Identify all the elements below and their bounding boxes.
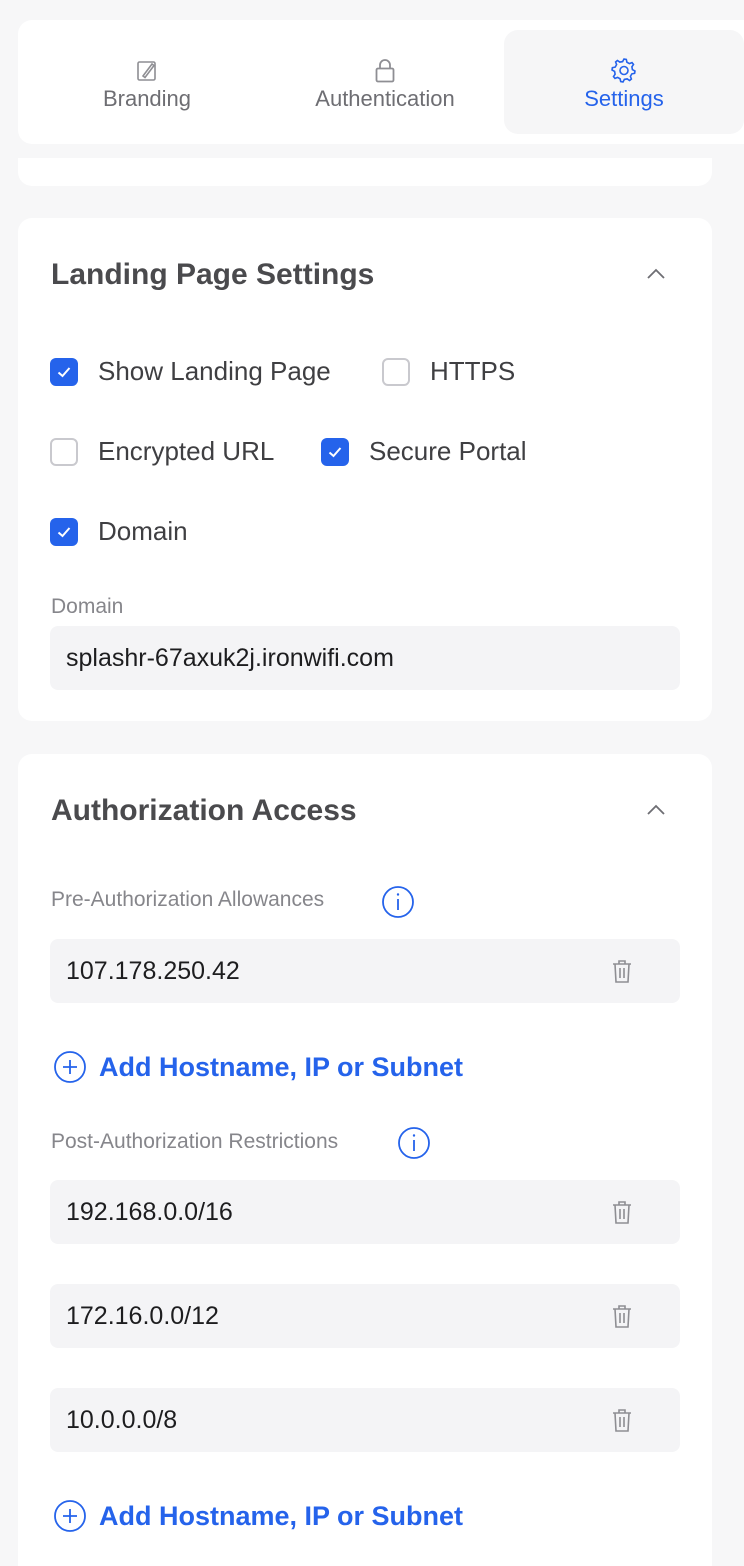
tab-label: Settings	[584, 86, 664, 111]
secure-portal-option[interactable]: Secure Portal	[321, 436, 527, 467]
pre-authorization-label: Pre-Authorization Allowances	[51, 888, 325, 911]
encrypted-url-option[interactable]: Encrypted URL	[50, 436, 274, 467]
checkmark-icon	[57, 366, 71, 377]
add-link-label: Add Hostname, IP or Subnet	[99, 1051, 464, 1082]
lock-icon	[375, 59, 395, 83]
show-landing-page-option[interactable]: Show Landing Page	[50, 356, 331, 387]
post-auth-entry[interactable]: 10.0.0.0/8	[50, 1388, 680, 1452]
post-auth-entry[interactable]: 192.168.0.0/16	[50, 1180, 680, 1244]
https-option[interactable]: HTTPS	[382, 356, 515, 387]
section-title: Landing Page Settings	[51, 258, 375, 291]
add-hostname-post-link[interactable]: Add Hostname, IP or Subnet	[53, 1499, 463, 1533]
add-link-label: Add Hostname, IP or Subnet	[99, 1500, 464, 1531]
checkbox-unchecked[interactable]	[50, 437, 78, 466]
trash-icon[interactable]	[610, 1407, 634, 1433]
entry-value: 172.16.0.0/12	[66, 1301, 219, 1330]
tab-branding[interactable]: Branding	[28, 30, 266, 134]
checkmark-icon	[57, 526, 71, 537]
edit-note-icon	[137, 61, 156, 81]
checkbox-checked[interactable]	[50, 357, 78, 386]
info-icon[interactable]	[381, 885, 415, 919]
tab-authentication[interactable]: Authentication	[266, 30, 504, 134]
trash-icon[interactable]	[610, 958, 634, 984]
checkbox-checked[interactable]	[321, 437, 349, 466]
add-hostname-pre-link[interactable]: Add Hostname, IP or Subnet	[53, 1050, 463, 1084]
tab-settings[interactable]: Settings	[504, 30, 744, 134]
domain-field-label: Domain	[51, 595, 124, 618]
chevron-up-icon[interactable]	[644, 798, 668, 822]
info-icon[interactable]	[397, 1126, 431, 1160]
entry-value: 10.0.0.0/8	[66, 1405, 178, 1434]
checkmark-icon	[328, 446, 342, 457]
authorization-access-card: Authorization Access Pre-Authorization A…	[18, 754, 712, 1566]
section-title: Authorization Access	[51, 794, 357, 827]
checkbox-label: Encrypted URL	[98, 436, 275, 466]
pre-auth-entry[interactable]: 107.178.250.42	[50, 939, 680, 1003]
gear-icon	[611, 58, 636, 83]
previous-card-bottom	[18, 158, 712, 186]
checkbox-checked[interactable]	[50, 517, 78, 546]
trash-icon[interactable]	[610, 1303, 634, 1329]
settings-tab-bar: Branding Authentication Settings	[18, 20, 744, 144]
landing-page-settings-card: Landing Page Settings Show Landing Page …	[18, 218, 712, 721]
domain-option[interactable]: Domain	[50, 516, 188, 547]
tab-label: Branding	[102, 86, 192, 111]
checkbox-unchecked[interactable]	[382, 357, 410, 386]
checkbox-label: Secure Portal	[369, 436, 527, 466]
tab-label: Authentication	[315, 86, 455, 111]
post-authorization-label: Post-Authorization Restrictions	[51, 1130, 339, 1153]
add-circle-icon	[54, 1500, 86, 1532]
domain-input[interactable]: splashr-67axuk2j.ironwifi.com	[50, 626, 680, 690]
entry-value: 192.168.0.0/16	[66, 1197, 233, 1226]
chevron-up-icon[interactable]	[644, 262, 668, 286]
checkbox-label: Domain	[98, 516, 188, 546]
checkbox-label: HTTPS	[430, 356, 516, 386]
trash-icon[interactable]	[610, 1199, 634, 1225]
entry-value: 107.178.250.42	[66, 956, 240, 985]
post-auth-entry[interactable]: 172.16.0.0/12	[50, 1284, 680, 1348]
checkbox-label: Show Landing Page	[98, 356, 331, 386]
add-circle-icon	[54, 1051, 86, 1083]
